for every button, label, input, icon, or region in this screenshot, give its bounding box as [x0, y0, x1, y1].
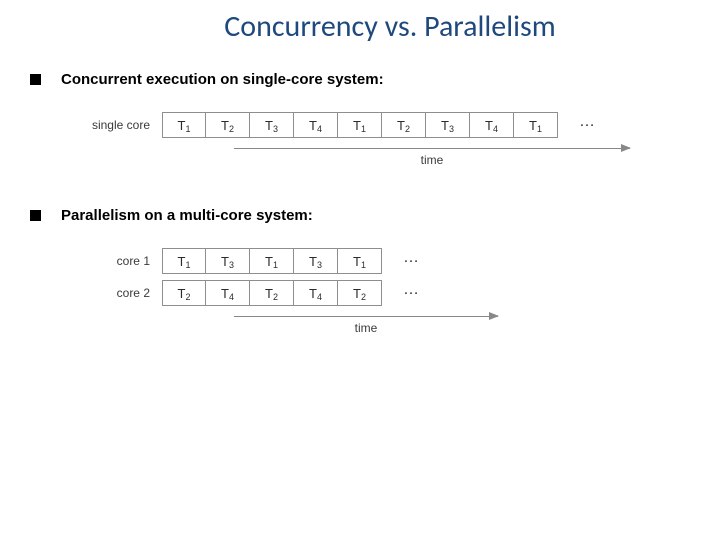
bullet-1-text: Concurrent execution on single-core syst… [61, 71, 384, 88]
cell: T1 [250, 248, 294, 274]
cell: T2 [162, 280, 206, 306]
figure-single-core: single core T1 T2 T3 T4 T1 T2 T3 T4 T1 …… [80, 112, 720, 167]
single-core-row: single core T1 T2 T3 T4 T1 T2 T3 T4 T1 … [80, 112, 720, 138]
ellipsis: … [566, 112, 610, 138]
cell: T1 [162, 112, 206, 138]
cell: T1 [338, 112, 382, 138]
figure-multi-core: core 1 T1 T3 T1 T3 T1 … core 2 T2 T4 T2 … [80, 248, 720, 335]
cell: T2 [250, 280, 294, 306]
cell: T3 [206, 248, 250, 274]
single-core-cells: T1 T2 T3 T4 T1 T2 T3 T4 T1 [162, 112, 558, 138]
square-bullet-icon [30, 210, 41, 221]
ellipsis: … [390, 248, 434, 274]
bullet-2-text: Parallelism on a multi-core system: [61, 207, 313, 224]
single-core-label: single core [80, 118, 154, 132]
core-1-cells: T1 T3 T1 T3 T1 [162, 248, 382, 274]
cell: T2 [382, 112, 426, 138]
cell: T1 [338, 248, 382, 274]
cell: T2 [206, 112, 250, 138]
core-1-row: core 1 T1 T3 T1 T3 T1 … [80, 248, 720, 274]
ellipsis: … [390, 280, 434, 306]
bullet-2: Parallelism on a multi-core system: [0, 207, 720, 224]
cell: T1 [162, 248, 206, 274]
core-2-cells: T2 T4 T2 T4 T2 [162, 280, 382, 306]
slide: Concurrency vs. Parallelism Concurrent e… [0, 0, 720, 540]
page-title: Concurrency vs. Parallelism [0, 0, 720, 45]
arrow-right-icon [234, 316, 498, 317]
cell: T3 [250, 112, 294, 138]
cell: T4 [206, 280, 250, 306]
arrow-right-icon [234, 148, 630, 149]
time-label: time [234, 153, 630, 167]
core-2-row: core 2 T2 T4 T2 T4 T2 … [80, 280, 720, 306]
cell: T3 [426, 112, 470, 138]
cell: T3 [294, 248, 338, 274]
time-arrow: time [234, 148, 720, 167]
bullet-1: Concurrent execution on single-core syst… [0, 71, 720, 88]
core-1-label: core 1 [80, 254, 154, 268]
cell: T4 [294, 280, 338, 306]
time-arrow: time [234, 316, 720, 335]
cell: T1 [514, 112, 558, 138]
cell: T4 [294, 112, 338, 138]
cell: T4 [470, 112, 514, 138]
time-label: time [234, 321, 498, 335]
core-2-label: core 2 [80, 286, 154, 300]
cell: T2 [338, 280, 382, 306]
square-bullet-icon [30, 74, 41, 85]
